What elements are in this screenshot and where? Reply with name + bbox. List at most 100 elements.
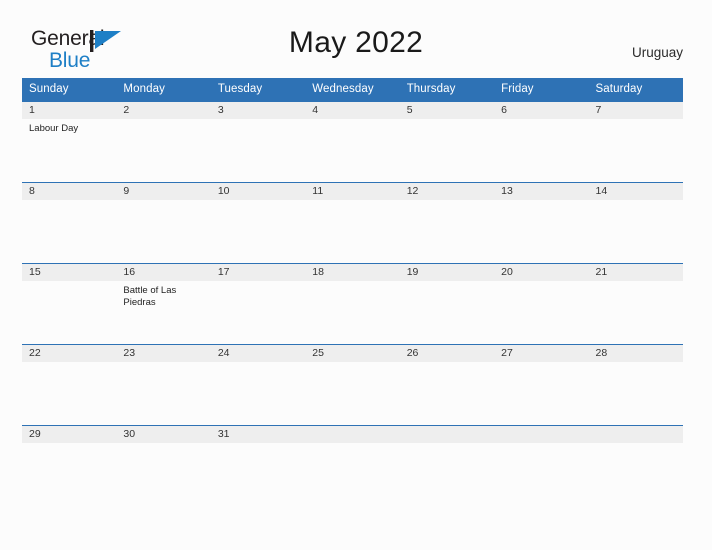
day-number: 13 <box>494 183 589 200</box>
day-cell-content: 6 <box>494 102 589 119</box>
calendar-day-cell[interactable]: 29 <box>22 425 117 456</box>
calendar-day-cell[interactable] <box>494 425 589 456</box>
region-label: Uruguay <box>631 45 683 60</box>
calendar-day-cell[interactable]: 22 <box>22 344 117 426</box>
day-cell-content: 29 <box>22 426 117 443</box>
calendar-day-cell[interactable] <box>305 425 400 456</box>
day-cell-content: 28 <box>588 345 683 362</box>
day-events: Battle of Las Piedras <box>116 281 210 309</box>
weekday-header-sunday: Sunday <box>22 78 117 102</box>
day-cell-content: 18 <box>305 264 400 281</box>
day-cell-content: 11 <box>305 183 400 200</box>
day-number: 6 <box>494 102 589 119</box>
calendar-day-cell[interactable]: 18 <box>305 263 400 345</box>
calendar-day-cell[interactable]: 13 <box>494 182 589 264</box>
holiday-label: Battle of Las Piedras <box>123 285 177 308</box>
calendar-day-cell[interactable]: 7 <box>588 101 683 183</box>
day-number: 16 <box>116 264 211 281</box>
day-cell-content: 22 <box>22 345 117 362</box>
weekday-header-thursday: Thursday <box>399 78 495 102</box>
day-cell-content: 14 <box>588 183 683 200</box>
day-cell-content <box>305 426 400 443</box>
calendar-page: General Blue May 2022 Uruguay Sunday Mon… <box>0 0 712 550</box>
calendar-week-row: 1 Labour Day 2 3 4 5 6 7 <box>22 101 683 183</box>
day-number: 31 <box>210 426 306 443</box>
day-number: 27 <box>494 345 589 362</box>
weekday-header-row: Sunday Monday Tuesday Wednesday Thursday… <box>22 78 683 102</box>
calendar-week-row: 29 30 31 <box>22 425 683 456</box>
calendar-day-cell[interactable]: 23 <box>116 344 211 426</box>
day-number: 21 <box>588 264 683 281</box>
calendar-day-cell[interactable]: 27 <box>494 344 589 426</box>
calendar-day-cell[interactable]: 6 <box>494 101 589 183</box>
calendar-day-cell[interactable]: 19 <box>399 263 495 345</box>
day-number: 26 <box>399 345 495 362</box>
day-cell-content: 27 <box>494 345 589 362</box>
day-number: 23 <box>116 345 211 362</box>
day-number: 30 <box>116 426 211 443</box>
day-number: 24 <box>210 345 306 362</box>
day-number: 8 <box>22 183 117 200</box>
calendar-day-cell[interactable]: 26 <box>399 344 495 426</box>
calendar-day-cell[interactable]: 3 <box>210 101 306 183</box>
calendar-day-cell[interactable]: 30 <box>116 425 211 456</box>
calendar-day-cell[interactable]: 15 <box>22 263 117 345</box>
day-cell-content: 16 Battle of Las Piedras <box>116 264 211 309</box>
calendar-day-cell[interactable]: 25 <box>305 344 400 426</box>
calendar-day-cell[interactable]: 1 Labour Day <box>22 101 117 183</box>
calendar-day-cell[interactable]: 12 <box>399 182 495 264</box>
calendar-day-cell[interactable]: 17 <box>210 263 306 345</box>
day-number: 18 <box>305 264 400 281</box>
calendar-day-cell[interactable]: 9 <box>116 182 211 264</box>
day-number: 19 <box>399 264 495 281</box>
day-number: 22 <box>22 345 117 362</box>
day-number: 20 <box>494 264 589 281</box>
day-cell-content: 23 <box>116 345 211 362</box>
calendar-day-cell[interactable]: 20 <box>494 263 589 345</box>
calendar-day-cell[interactable]: 8 <box>22 182 117 264</box>
calendar-grid: Sunday Monday Tuesday Wednesday Thursday… <box>22 78 683 456</box>
day-number <box>588 426 683 443</box>
calendar-day-cell[interactable]: 5 <box>399 101 495 183</box>
day-cell-content: 21 <box>588 264 683 281</box>
calendar-day-cell[interactable]: 21 <box>588 263 683 345</box>
day-number: 10 <box>210 183 306 200</box>
day-cell-content: 12 <box>399 183 495 200</box>
calendar-day-cell[interactable]: 28 <box>588 344 683 426</box>
page-header: General Blue May 2022 Uruguay <box>0 0 712 71</box>
day-cell-content: 20 <box>494 264 589 281</box>
day-cell-content: 25 <box>305 345 400 362</box>
calendar-day-cell[interactable]: 11 <box>305 182 400 264</box>
day-cell-content: 3 <box>210 102 306 119</box>
calendar-day-cell[interactable]: 16 Battle of Las Piedras <box>116 263 211 345</box>
calendar-day-cell[interactable] <box>399 425 495 456</box>
calendar-day-cell[interactable]: 24 <box>210 344 306 426</box>
day-number: 14 <box>588 183 683 200</box>
day-cell-content: 5 <box>399 102 495 119</box>
calendar-day-cell[interactable]: 10 <box>210 182 306 264</box>
day-cell-content: 1 Labour Day <box>22 102 117 135</box>
day-cell-content: 4 <box>305 102 400 119</box>
calendar-day-cell[interactable]: 2 <box>116 101 211 183</box>
day-cell-content <box>494 426 589 443</box>
day-cell-content: 30 <box>116 426 211 443</box>
weekday-header-monday: Monday <box>116 78 211 102</box>
calendar-body: 1 Labour Day 2 3 4 5 6 7 8 9 10 11 12 13 14 15 16 Battle … <box>22 101 683 456</box>
calendar-week-row: 22 23 24 25 26 27 28 <box>22 344 683 426</box>
holiday-label: Labour Day <box>29 123 79 134</box>
calendar-day-cell[interactable]: 14 <box>588 182 683 264</box>
day-number: 15 <box>22 264 117 281</box>
calendar-day-cell[interactable]: 4 <box>305 101 400 183</box>
calendar-day-cell[interactable] <box>588 425 683 456</box>
day-cell-content: 13 <box>494 183 589 200</box>
day-number: 9 <box>116 183 211 200</box>
day-cell-content: 26 <box>399 345 495 362</box>
weekday-header-friday: Friday <box>494 78 589 102</box>
calendar-week-row: 8 9 10 11 12 13 14 <box>22 182 683 264</box>
calendar-day-cell[interactable]: 31 <box>210 425 306 456</box>
day-number: 28 <box>588 345 683 362</box>
day-number: 17 <box>210 264 306 281</box>
day-cell-content: 15 <box>22 264 117 281</box>
day-number: 25 <box>305 345 400 362</box>
day-number: 11 <box>305 183 400 200</box>
